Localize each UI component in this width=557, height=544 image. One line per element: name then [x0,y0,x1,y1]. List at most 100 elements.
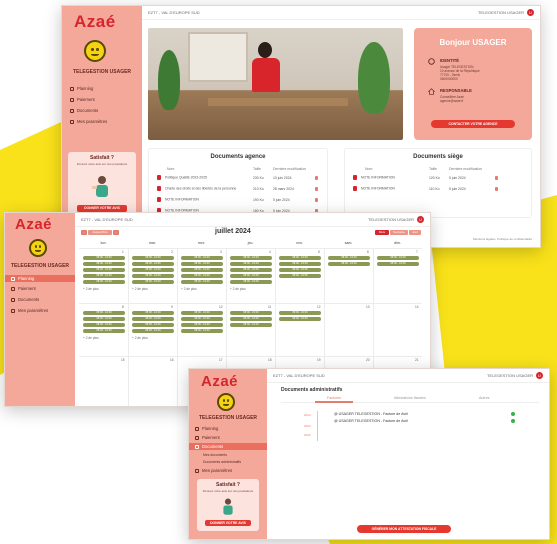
event[interactable]: 08:00 - 10:00 [230,274,272,278]
event[interactable]: 08:00 - 10:00 [132,311,174,315]
prev-month-button[interactable]: ‹ [81,230,87,235]
event[interactable]: 08:00 - 10:00 [181,311,223,315]
give-feedback-button[interactable]: DONNER VOTRE AVIS [77,205,127,212]
document-row[interactable]: @ USAGER TELEGESTION - Facture de Avril [334,412,408,416]
give-feedback-button[interactable]: DONNER VOTRE AVIS [205,520,251,526]
event[interactable]: 08:00 - 10:00 [181,280,223,284]
document-row[interactable]: @ USAGER TELEGESTION - Facture de Avril [334,419,408,423]
more-events-link[interactable]: + 2 de plus [132,287,148,291]
event[interactable]: 08:00 - 10:00 [181,317,223,321]
next-month-button[interactable]: › [113,230,119,235]
event[interactable]: 08:00 - 10:00 [230,262,272,266]
event[interactable]: 08:00 - 10:00 [132,256,174,260]
event[interactable]: 08:00 - 10:00 [181,262,223,266]
event[interactable]: 08:00 - 10:00 [132,262,174,266]
nav-documents[interactable]: Documents [11,297,39,302]
nav-payment[interactable]: Paiement [70,97,95,102]
brand-logo[interactable]: Azaé [74,12,116,32]
event[interactable]: 08:00 - 10:00 [279,262,321,266]
nav-settings[interactable]: Mes paramètres [11,308,48,313]
tab-invoices[interactable]: Factures [327,396,341,400]
event[interactable]: 08:00 - 10:00 [230,256,272,260]
nav-documents[interactable]: Documents [70,108,98,113]
download-icon[interactable] [315,176,318,180]
user-menu[interactable]: TELEGESTION USAGER U [368,216,424,223]
nav-payment[interactable]: Paiement [11,286,36,291]
event[interactable]: 08:00 - 10:00 [377,262,419,266]
more-events-link[interactable]: + 2 de plus [181,287,197,291]
event[interactable]: 08:00 - 10:00 [181,329,223,333]
event[interactable]: 08:00 - 10:00 [279,274,321,278]
brand-logo[interactable]: Azaé [15,216,52,233]
event[interactable]: 08:00 - 10:00 [181,268,223,272]
event[interactable]: 08:00 - 10:00 [132,268,174,272]
nav-sub-admin-documents[interactable]: Documents administratifs [203,460,241,464]
event[interactable]: 08:00 - 10:00 [230,317,272,321]
event[interactable]: 08:00 - 10:00 [83,311,125,315]
nav-documents[interactable]: Documents [189,443,267,450]
event[interactable]: 08:00 - 10:00 [132,280,174,284]
more-events-link[interactable]: + 2 de plus [132,336,148,340]
event[interactable]: 08:00 - 10:00 [83,256,125,260]
siege-doc-row[interactable]: NOTE INFORMATION [353,186,395,191]
nav-sub-my-documents[interactable]: Mes documents [203,453,227,457]
view-week-button[interactable]: Semaine [390,230,408,235]
nav-settings[interactable]: Mes paramètres [70,119,107,124]
more-events-link[interactable]: + 2 de plus [83,336,99,340]
more-events-link[interactable]: + 2 de plus [83,287,99,291]
agency-doc-row[interactable]: Politique Qualité 2023-2025 [157,175,207,180]
contact-agency-button[interactable]: CONTACTER VOTRE AGENCE [431,120,515,128]
user-menu[interactable]: TELEGESTION USAGER U [487,372,543,379]
event[interactable]: 08:00 - 10:00 [132,323,174,327]
nav-settings[interactable]: Mes paramètres [195,468,232,473]
agency-doc-row[interactable]: NOTE INFORMATION [157,197,199,202]
siege-doc-row[interactable]: NOTE INFORMATION [353,175,395,180]
view-month-button[interactable]: Mois [375,230,389,235]
event[interactable]: 08:00 - 10:00 [181,274,223,278]
sidebar-user-name: TELEGESTION USAGER [198,415,258,421]
legal-link[interactable]: Mentions légales [473,237,496,241]
download-icon[interactable] [315,198,318,202]
event[interactable]: 08:00 - 10:00 [83,280,125,284]
event[interactable]: 08:00 - 10:00 [279,317,321,321]
download-icon[interactable] [315,187,318,191]
agency-doc-row[interactable]: Charte des droits et des libertés de la … [157,186,236,191]
nav-payment[interactable]: Paiement [195,435,220,440]
event[interactable]: 08:00 - 10:00 [230,311,272,315]
event[interactable]: 08:00 - 10:00 [132,317,174,321]
nav-planning[interactable]: Planning [5,275,75,282]
event[interactable]: 08:00 - 10:00 [83,262,125,266]
event[interactable]: 08:00 - 10:00 [83,268,125,272]
event[interactable]: 08:00 - 10:00 [230,268,272,272]
event[interactable]: 08:00 - 10:00 [279,311,321,315]
tab-others[interactable]: Autres [479,396,489,400]
event[interactable]: 08:00 - 10:00 [377,256,419,260]
event[interactable]: 08:00 - 10:00 [328,262,370,266]
download-icon[interactable] [495,187,498,191]
user-menu[interactable]: TELEGESTION USAGER U [478,9,534,16]
nav-planning[interactable]: Planning [70,86,93,91]
event[interactable]: 08:00 - 10:00 [328,256,370,260]
event[interactable]: 08:00 - 10:00 [83,317,125,321]
event[interactable]: 08:00 - 10:00 [181,256,223,260]
event[interactable]: 08:00 - 10:00 [279,256,321,260]
tab-tax-certificates[interactable]: Attestations fiscales [394,396,426,400]
event[interactable]: 08:00 - 10:00 [132,274,174,278]
event[interactable]: 08:00 - 10:00 [279,268,321,272]
generate-tax-certificate-button[interactable]: GÉNÉRER MON ATTESTATION FISCALE [357,525,451,533]
download-icon[interactable] [495,176,498,180]
event[interactable]: 08:00 - 10:00 [132,329,174,333]
event[interactable]: 08:00 - 10:00 [181,323,223,327]
event[interactable]: 08:00 - 10:00 [83,274,125,278]
more-events-link[interactable]: + 2 de plus [230,287,246,291]
pdf-icon [157,197,161,202]
event[interactable]: 08:00 - 10:00 [230,280,272,284]
nav-planning[interactable]: Planning [195,426,218,431]
brand-logo[interactable]: Azaé [201,373,238,390]
today-button[interactable]: Aujourd'hui [88,230,112,235]
event[interactable]: 08:00 - 10:00 [83,329,125,333]
event[interactable]: 08:00 - 10:00 [83,323,125,327]
event[interactable]: 08:00 - 10:00 [230,323,272,327]
privacy-link[interactable]: Politique de confidentialité [497,237,532,241]
view-day-button[interactable]: Jour [409,230,421,235]
